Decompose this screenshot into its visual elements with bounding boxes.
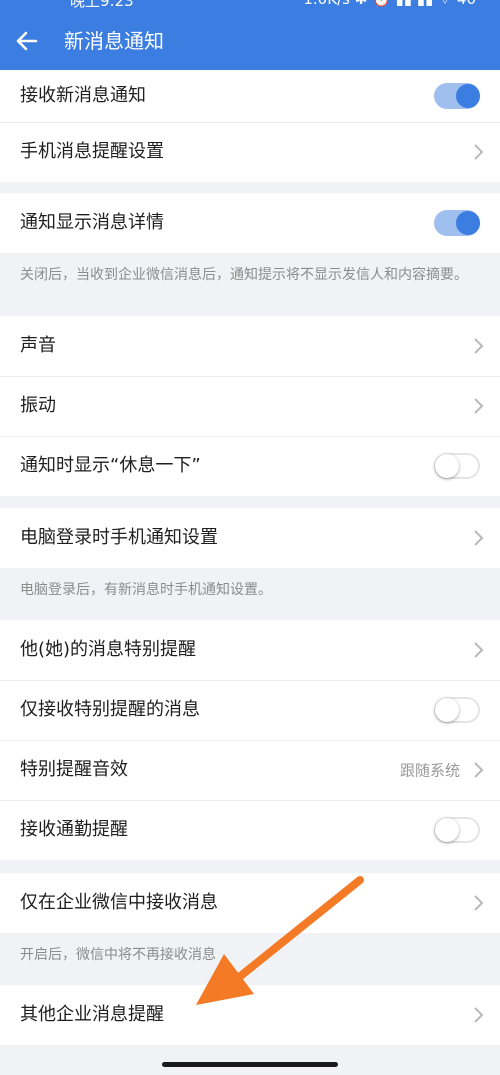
row-label: 接收新消息通知 [20, 85, 146, 106]
row-label: 通知时显示“休息一下” [20, 455, 201, 476]
status-bar: 晚上9:23 1.0K/s ✱ ⏰ ▮▮ ▮▮ ⌔ 40 [0, 0, 500, 10]
chevron-right-icon [474, 762, 484, 778]
row-label: 仅在企业微信中接收消息 [20, 892, 218, 913]
pc-login-hint: 电脑登录后，有新消息时手机通知设置。 [20, 582, 272, 598]
status-indicators: 1.0K/s ✱ ⏰ ▮▮ ▮▮ ⌔ 40 [303, 0, 476, 9]
home-indicator [162, 1062, 338, 1067]
row-label: 通知显示消息详情 [20, 212, 164, 233]
row-label: 振动 [20, 395, 56, 416]
receive-new-toggle[interactable] [434, 83, 480, 109]
row-label: 声音 [20, 335, 56, 356]
chevron-right-icon [474, 895, 484, 911]
row-vibrate[interactable]: 振动 [0, 376, 500, 436]
section-details: 通知显示消息详情 关闭后，当收到企业微信消息后，通知提示将不显示发信人和内容摘要… [0, 193, 500, 316]
row-label: 电脑登录时手机通知设置 [20, 527, 218, 548]
row-label: 接收通勤提醒 [20, 819, 128, 840]
row-receive-new-messages[interactable]: 接收新消息通知 [0, 70, 500, 122]
section-sound: 声音 振动 通知时显示“休息一下” [0, 316, 500, 496]
chevron-right-icon [474, 144, 484, 160]
row-label: 特别提醒音效 [20, 759, 128, 780]
row-label: 他(她)的消息特别提醒 [20, 639, 197, 660]
chevron-right-icon [474, 642, 484, 658]
row-special-sound[interactable]: 特别提醒音效 跟随系统 [0, 740, 500, 800]
row-commute-remind[interactable]: 接收通勤提醒 [0, 800, 500, 860]
section-special-remind: 他(她)的消息特别提醒 仅接收特别提醒的消息 特别提醒音效 跟随系统 接收通勤提… [0, 620, 500, 860]
app-header: 晚上9:23 1.0K/s ✱ ⏰ ▮▮ ▮▮ ⌔ 40 新消息通知 [0, 0, 500, 70]
only-special-toggle[interactable] [434, 697, 480, 723]
chevron-right-icon [474, 1007, 484, 1023]
row-label: 手机消息提醒设置 [20, 141, 164, 162]
rest-prompt-toggle[interactable] [434, 453, 480, 479]
page-title: 新消息通知 [64, 29, 164, 53]
row-label: 仅接收特别提醒的消息 [20, 699, 200, 720]
row-label: 其他企业消息提醒 [20, 1004, 164, 1025]
arrow-left-icon [16, 31, 38, 51]
row-phone-reminder-settings[interactable]: 手机消息提醒设置 [0, 122, 500, 182]
chevron-right-icon [474, 530, 484, 546]
back-button[interactable] [10, 24, 44, 58]
row-only-special[interactable]: 仅接收特别提醒的消息 [0, 680, 500, 740]
section-only-wecom: 仅在企业微信中接收消息 开启后，微信中将不再接收消息 [0, 873, 500, 983]
only-wecom-hint: 开启后，微信中将不再接收消息 [20, 947, 216, 963]
row-pc-login-settings[interactable]: 电脑登录时手机通知设置 [0, 508, 500, 568]
section-pc-login: 电脑登录时手机通知设置 电脑登录后，有新消息时手机通知设置。 [0, 508, 500, 618]
details-hint: 关闭后，当收到企业微信消息后，通知提示将不显示发信人和内容摘要。 [20, 267, 468, 283]
row-sound[interactable]: 声音 [0, 316, 500, 376]
row-special-remind[interactable]: 他(她)的消息特别提醒 [0, 620, 500, 680]
show-details-toggle[interactable] [434, 210, 480, 236]
section-other-corp: 其他企业消息提醒 [0, 985, 500, 1045]
row-only-wecom[interactable]: 仅在企业微信中接收消息 [0, 873, 500, 933]
status-time: 晚上9:23 [70, 0, 134, 10]
row-rest-prompt[interactable]: 通知时显示“休息一下” [0, 436, 500, 496]
special-sound-value: 跟随系统 [399, 761, 460, 780]
row-other-corp-remind[interactable]: 其他企业消息提醒 [0, 985, 500, 1045]
commute-remind-toggle[interactable] [434, 817, 480, 843]
chevron-right-icon [474, 338, 484, 354]
row-show-message-details[interactable]: 通知显示消息详情 [0, 193, 500, 253]
chevron-right-icon [474, 398, 484, 414]
section-notifications: 接收新消息通知 手机消息提醒设置 [0, 70, 500, 182]
